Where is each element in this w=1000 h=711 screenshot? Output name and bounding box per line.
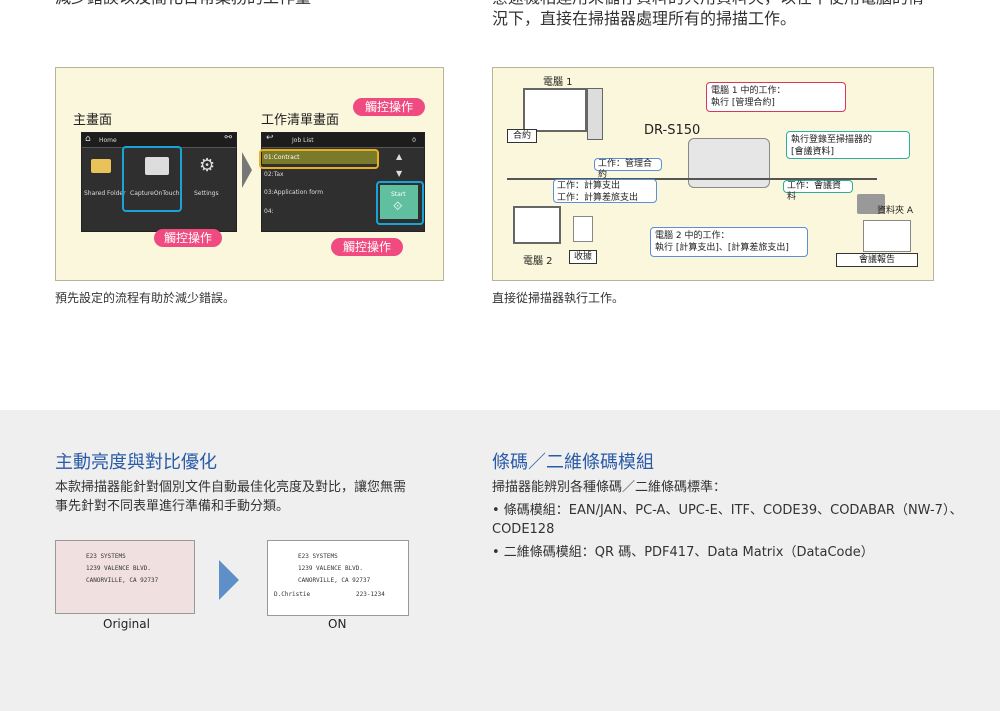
job-item-application[interactable]: 03:Application form — [264, 189, 323, 196]
check-on-sign: D.Christie — [274, 591, 311, 598]
bottom-right-intro: 掃描器能辨別各種條碼／二維條碼標準： — [492, 480, 727, 495]
register-line2: [會議資料] — [791, 147, 835, 157]
job-calc-box: 工作：計算支出 工作：計算差旅支出 — [553, 179, 657, 203]
job-list-count: 0 — [412, 137, 416, 144]
shared-folder-icon[interactable] — [91, 159, 111, 173]
network-icon: ⚯ — [224, 133, 232, 143]
job-manage-box: 工作：管理合約 — [594, 158, 662, 180]
pc1-label: 電腦 1 — [543, 77, 573, 88]
home-icon: ⌂ — [85, 134, 91, 144]
job-list-header: ↩ Job List 0 — [262, 133, 424, 148]
receipt-icon — [573, 216, 593, 242]
bottom-left-body-1: 本款掃描器能針對個別文件自動最佳化亮度及對比，讓您無需 — [55, 480, 407, 495]
brightness-arrow-icon — [219, 560, 239, 600]
check-original: E23 SYSTEMS 1239 VALENCE BLVD. CANORVILL… — [55, 540, 195, 614]
touch-bubble-left: 觸控操作 — [154, 229, 222, 247]
model-label: DR-S150 — [644, 123, 701, 138]
pc2-laptop-icon — [513, 206, 561, 244]
job-item-empty[interactable]: 04: — [264, 208, 274, 215]
pc1-job-line1: 電腦 1 中的工作： — [711, 86, 786, 96]
pc2-job-line1: 電腦 2 中的工作： — [655, 231, 730, 241]
pc1-tower-icon — [587, 88, 603, 140]
job-list-header-label: Job List — [292, 137, 314, 144]
bottom-right-heading: 條碼／二維條碼模組 — [492, 452, 654, 473]
label-on: ON — [328, 617, 347, 631]
register-box: 執行登錄至掃描器的 [會議資料] — [786, 131, 910, 159]
flow-arrow-icon — [242, 152, 252, 188]
meeting-report-icon — [863, 220, 911, 252]
scroll-up-icon[interactable]: ▲ — [396, 152, 402, 161]
start-button-highlight — [376, 181, 424, 225]
scanner-icon — [688, 138, 770, 188]
left-panel-caption: 預先設定的流程有助於減少錯誤。 — [55, 291, 236, 305]
touch-bubble-right: 觸控操作 — [331, 238, 403, 256]
main-screen-title: 主畫面 — [73, 113, 113, 128]
check-optimized: E23 SYSTEMS 1239 VALENCE BLVD. CANORVILL… — [267, 540, 409, 616]
pc2-job-box: 電腦 2 中的工作： 執行 [計算支出]、[計算差旅支出] — [650, 227, 808, 257]
check-original-line3: CANORVILLE, CA 92737 — [86, 577, 159, 584]
right-panel-caption: 直接從掃描器執行工作。 — [492, 291, 625, 305]
check-on-line3: CANORVILLE, CA 92737 — [298, 577, 371, 584]
touch-screen-panel: 主畫面 工作清單畫面 ⌂ Home ⚯ ⚙ Shared Folder Capt… — [55, 67, 444, 281]
pc2-label: 電腦 2 — [523, 256, 553, 267]
icon-label-settings: Settings — [194, 190, 219, 197]
scanner-workflow-panel: 電腦 1 合約 電腦 1 中的工作： 執行 [管理合約] DR-S150 工作：… — [492, 67, 934, 281]
job-meeting-box: 工作：會議資料 — [783, 180, 853, 202]
bottom-right-bullet1: • 條碼模組：EAN/JAN、PC-A、UPC-E、ITF、CODE39、COD… — [492, 503, 963, 518]
top-left-text: 減少錯誤以及簡化日常業務的工作量 — [55, 0, 311, 10]
back-icon[interactable]: ↩ — [266, 133, 274, 143]
home-label: Home — [99, 137, 117, 144]
check-original-line1: E23 SYSTEMS — [86, 553, 126, 560]
capture-on-touch-highlight — [122, 146, 182, 212]
job-calc-line2: 工作：計算差旅支出 — [557, 193, 639, 203]
bottom-right-bullet2: • 二維條碼模組：QR 碼、PDF417、Data Matrix（DataCod… — [492, 545, 874, 560]
bottom-right-bullet1-cont: CODE128 — [492, 522, 555, 537]
check-original-line2: 1239 VALENCE BLVD. — [86, 565, 152, 572]
job-screen-title: 工作清單畫面 — [261, 113, 340, 128]
bottom-left-heading: 主動亮度與對比優化 — [55, 452, 217, 473]
check-on-line1: E23 SYSTEMS — [298, 553, 338, 560]
touch-bubble-top: 觸控操作 — [353, 98, 425, 116]
check-on-amount: 223-1234 — [356, 591, 385, 598]
settings-icon[interactable]: ⚙ — [199, 155, 215, 176]
contract-label: 合約 — [507, 129, 537, 143]
job-item-tax[interactable]: 02:Tax — [264, 171, 284, 178]
check-on-line2: 1239 VALENCE BLVD. — [298, 565, 364, 572]
register-line1: 執行登錄至掃描器的 — [791, 135, 873, 145]
pc1-job-line2: 執行 [管理合約] — [711, 98, 775, 108]
job-calc-line1: 工作：計算支出 — [557, 181, 621, 191]
pc1-monitor-icon — [523, 88, 587, 132]
bottom-left-body-2: 事先針對不同表單進行準備和手動分類。 — [55, 499, 290, 514]
top-right-text-2: 況下，直接在掃描器處理所有的掃描工作。 — [492, 9, 797, 28]
pc1-job-box: 電腦 1 中的工作： 執行 [管理合約] — [706, 82, 846, 112]
scroll-down-icon[interactable]: ▼ — [396, 169, 402, 178]
meeting-report-label: 會議報告 — [836, 253, 918, 267]
pc2-job-line2: 執行 [計算支出]、[計算差旅支出] — [655, 243, 789, 253]
label-original: Original — [103, 617, 150, 631]
job-contract-highlight — [259, 149, 379, 169]
folder-a-label: 資料夾 A — [877, 206, 914, 216]
receipt-label: 收據 — [569, 250, 597, 264]
icon-label-shared-folder: Shared Folder — [84, 190, 126, 197]
